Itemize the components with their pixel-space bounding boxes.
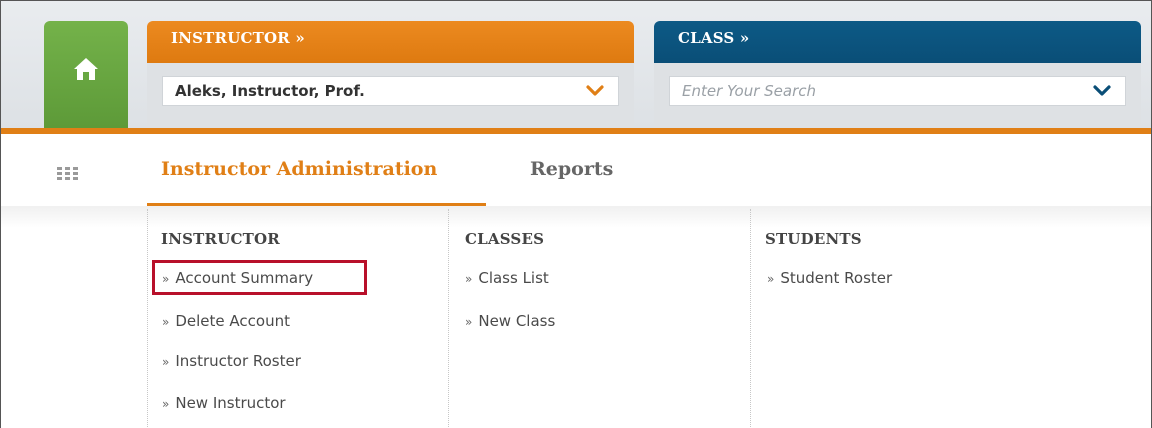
link-prefix: » [162,355,170,369]
menu-link-new-instructor[interactable]: » New Instructor [162,394,286,412]
menu-heading-students: STUDENTS [765,230,862,248]
instructor-select[interactable]: Aleks, Instructor, Prof. [162,76,619,106]
class-panel: CLASS » Enter Your Search [654,21,1141,128]
home-icon [74,58,98,80]
app-frame: INSTRUCTOR » Aleks, Instructor, Prof. CL… [0,0,1152,428]
link-prefix: » [767,272,775,286]
link-prefix: » [465,315,473,329]
class-tab-label[interactable]: CLASS » [654,21,1141,63]
instructor-tab-label[interactable]: INSTRUCTOR » [147,21,634,63]
menu-link-instructor-roster[interactable]: » Instructor Roster [162,352,301,370]
link-prefix: » [162,397,170,411]
instructor-panel: INSTRUCTOR » Aleks, Instructor, Prof. [147,21,634,128]
menu-heading-instructor: INSTRUCTOR [161,230,280,248]
home-button[interactable] [44,21,128,128]
grid-icon[interactable] [57,167,79,181]
header-accent-line [1,128,1151,134]
menu-link-student-roster[interactable]: » Student Roster [767,269,892,287]
link-prefix: » [162,315,170,329]
menu-heading-classes: CLASSES [465,230,545,248]
menu-link-delete-account[interactable]: » Delete Account [162,312,290,330]
column-divider [147,209,148,428]
highlight-annotation [152,260,367,295]
menu-link-label: Instructor Roster [175,352,301,370]
chevron-down-icon[interactable] [586,85,604,97]
menu-link-label: Delete Account [175,312,290,330]
link-prefix: » [465,272,473,286]
column-divider [448,209,449,428]
class-search[interactable]: Enter Your Search [669,76,1126,106]
tab-instructor-administration[interactable]: Instructor Administration [161,158,437,180]
chevron-down-icon[interactable] [1093,85,1111,97]
menu-link-label: New Instructor [175,394,286,412]
menu-link-new-class[interactable]: » New Class [465,312,555,330]
menu-link-class-list[interactable]: » Class List [465,269,549,287]
class-search-placeholder: Enter Your Search [682,82,817,100]
menu-link-label: Student Roster [780,269,893,287]
instructor-select-value: Aleks, Instructor, Prof. [175,82,365,100]
menu-link-label: Class List [478,269,549,287]
column-divider [750,209,751,428]
tab-reports[interactable]: Reports [530,158,613,180]
nav-shadow [1,206,1151,228]
menu-link-label: New Class [478,312,556,330]
